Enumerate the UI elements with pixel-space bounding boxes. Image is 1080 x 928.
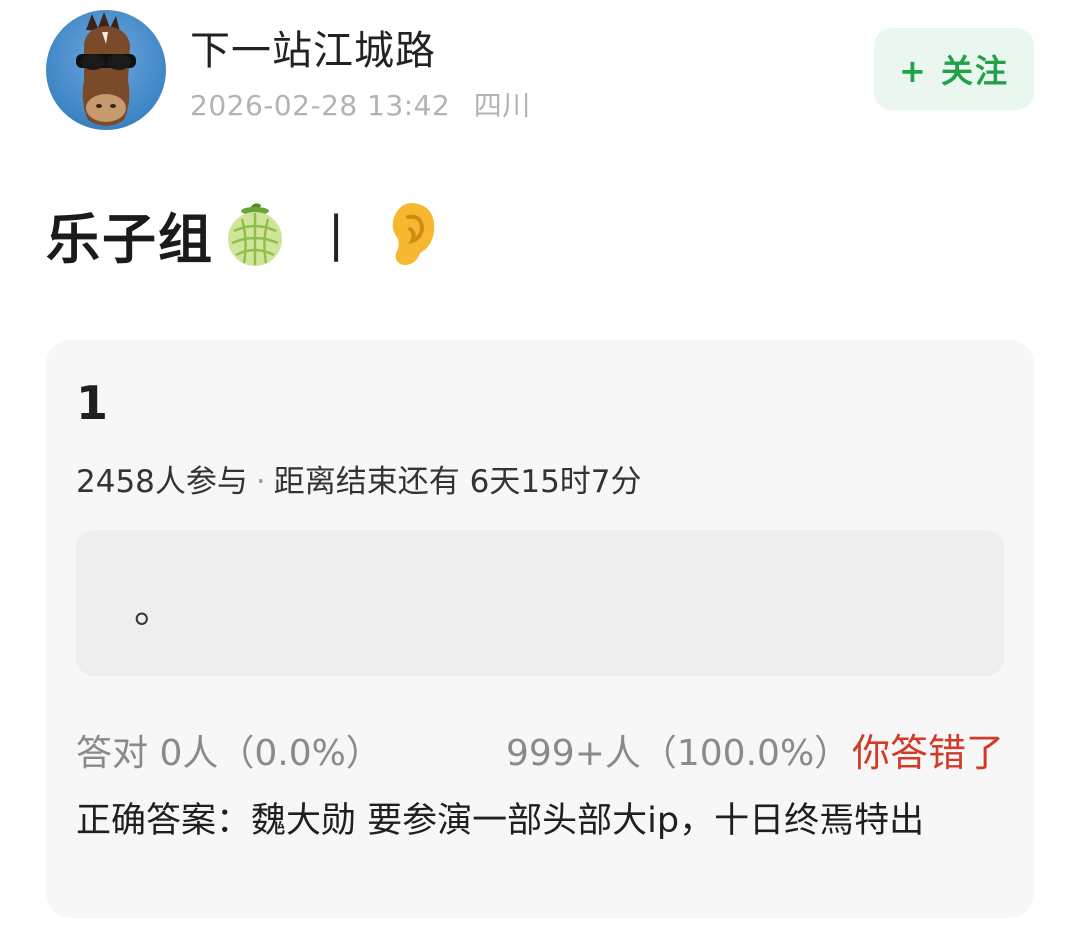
horse-avatar-icon (76, 12, 136, 126)
follow-button[interactable]: + 关注 (874, 28, 1034, 110)
correct-stat: 答对 0人（0.0%） (76, 733, 382, 774)
ear-emoji-icon (392, 203, 435, 265)
post-title-row: 乐子组 | (46, 196, 438, 272)
meta-dot: · (255, 464, 266, 500)
result-tag: 你答错了 (851, 731, 1004, 775)
correct-answer: 正确答案：魏大勋 要参演一部头部大ip，十日终焉特出 (76, 801, 925, 841)
wrong-stat: 999+人（100.0%） (506, 733, 851, 774)
quiz-option[interactable]: 。 (76, 530, 1004, 676)
post-location: 四川 (473, 89, 531, 122)
melon-emoji-icon (228, 203, 282, 266)
quiz-card: 1 2458人参与 · 距离结束还有 6天15时7分 。 答对 0人（0.0%） 9… (46, 340, 1034, 918)
title-separator: | (328, 206, 347, 262)
post-meta: 2026-02-28 13:42 四川 (190, 84, 531, 124)
post-datetime: 2026-02-28 13:42 (190, 89, 451, 122)
post-title: 乐子组 (46, 207, 214, 271)
author-avatar[interactable] (46, 10, 166, 130)
quiz-participants: 2458人参与 (76, 464, 248, 500)
quiz-title: 1 (76, 376, 109, 430)
quiz-option-text: 。 (134, 586, 174, 632)
author-name[interactable]: 下一站江城路 (190, 18, 436, 76)
quiz-meta: 2458人参与 · 距离结束还有 6天15时7分 (76, 456, 642, 501)
quiz-countdown: 距离结束还有 6天15时7分 (273, 464, 642, 500)
